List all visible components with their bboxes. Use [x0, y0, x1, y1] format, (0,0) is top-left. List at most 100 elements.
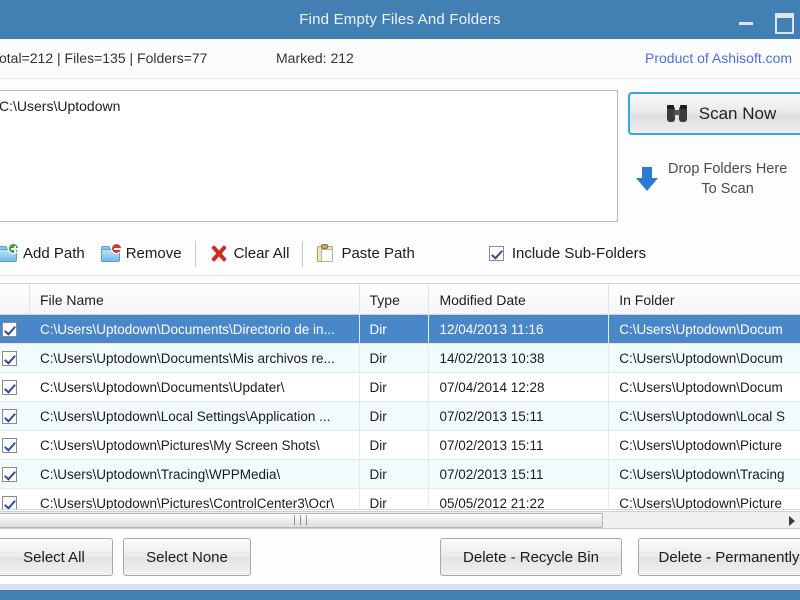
clear-all-label: Clear All: [234, 245, 290, 262]
row-checkbox[interactable]: [0, 344, 30, 372]
window-controls: [736, 0, 792, 39]
window-title: Find Empty Files And Folders: [299, 11, 501, 28]
scrollbar-thumb[interactable]: ∣∣∣: [0, 513, 603, 528]
checkbox-icon[interactable]: [2, 467, 17, 482]
path-value: C:\Users\Uptodown: [0, 91, 617, 121]
table-row[interactable]: C:\Users\Uptodown\Local Settings\Applica…: [0, 402, 800, 431]
row-checkbox[interactable]: [0, 489, 30, 510]
toolbar-separator: [195, 241, 196, 267]
cell-file-name: C:\Users\Uptodown\Documents\Mis archivos…: [30, 344, 360, 372]
bottom-accent-band: [0, 590, 800, 600]
select-all-button[interactable]: Select All: [0, 538, 113, 576]
remove-button[interactable]: Remove: [93, 232, 190, 276]
toolbar: Add Path Remove Clear All Paste Path Inc…: [0, 232, 800, 276]
cell-file-name: C:\Users\Uptodown\Pictures\ControlCenter…: [30, 489, 360, 510]
results-table: File Name Type Modified Date In Folder C…: [0, 283, 800, 510]
cell-modified-date: 05/05/2012 21:22: [429, 489, 609, 510]
cell-in-folder: C:\Users\Uptodown\Docum: [609, 373, 800, 401]
row-checkbox[interactable]: [0, 315, 30, 343]
checkbox-icon[interactable]: [2, 322, 17, 337]
maximize-icon[interactable]: [772, 10, 792, 30]
drop-folders-zone[interactable]: Drop Folders Here To Scan: [636, 160, 800, 199]
cell-file-name: C:\Users\Uptodown\Documents\Updater\: [30, 373, 360, 401]
drop-zone-line1: Drop Folders Here: [668, 161, 787, 177]
table-row[interactable]: C:\Users\Uptodown\Pictures\ControlCenter…: [0, 489, 800, 510]
table-row[interactable]: C:\Users\Uptodown\Documents\Updater\Dir0…: [0, 373, 800, 402]
x-mark-icon: [209, 245, 228, 262]
remove-label: Remove: [126, 245, 182, 262]
column-header-type[interactable]: Type: [360, 284, 430, 315]
add-path-button[interactable]: Add Path: [0, 232, 93, 276]
column-header-in-folder[interactable]: In Folder: [609, 284, 800, 315]
marked-label: Marked: 212: [276, 50, 354, 66]
cell-in-folder: C:\Users\Uptodown\Docum: [609, 315, 800, 343]
cell-modified-date: 07/04/2014 12:28: [429, 373, 609, 401]
column-header-check[interactable]: [0, 284, 30, 315]
cell-modified-date: 12/04/2013 11:16: [429, 315, 609, 343]
path-list-input[interactable]: C:\Users\Uptodown: [0, 90, 618, 222]
checkbox-icon[interactable]: [2, 380, 17, 395]
table-row[interactable]: C:\Users\Uptodown\Pictures\My Screen Sho…: [0, 431, 800, 460]
totals-label: Total=212 | Files=135 | Folders=77: [0, 50, 207, 66]
paste-path-label: Paste Path: [341, 245, 414, 262]
cell-type: Dir: [360, 489, 430, 510]
cell-type: Dir: [360, 402, 430, 430]
checkbox-icon[interactable]: [2, 351, 17, 366]
action-button-bar: Select All Select None Delete - Recycle …: [0, 538, 800, 584]
cell-modified-date: 07/02/2013 15:11: [429, 402, 609, 430]
scroll-right-icon[interactable]: [789, 516, 795, 526]
include-subfolders-label: Include Sub-Folders: [512, 245, 646, 262]
delete-recycle-bin-button[interactable]: Delete - Recycle Bin: [440, 538, 622, 576]
drop-zone-line2: To Scan: [668, 180, 787, 200]
select-none-button[interactable]: Select None: [123, 538, 251, 576]
column-header-modified-date[interactable]: Modified Date: [429, 284, 609, 315]
cell-in-folder: C:\Users\Uptodown\Tracing: [609, 460, 800, 488]
clipboard-icon: [316, 245, 335, 262]
table-row[interactable]: C:\Users\Uptodown\Tracing\WPPMedia\Dir07…: [0, 460, 800, 489]
folder-add-icon: [0, 245, 17, 262]
include-subfolders-checkbox[interactable]: Include Sub-Folders: [489, 245, 646, 262]
cell-file-name: C:\Users\Uptodown\Pictures\My Screen Sho…: [30, 431, 360, 459]
cell-type: Dir: [360, 431, 430, 459]
cell-file-name: C:\Users\Uptodown\Local Settings\Applica…: [30, 402, 360, 430]
row-checkbox[interactable]: [0, 402, 30, 430]
table-header-row: File Name Type Modified Date In Folder: [0, 284, 800, 315]
row-checkbox[interactable]: [0, 431, 30, 459]
add-path-label: Add Path: [23, 245, 85, 262]
cell-in-folder: C:\Users\Uptodown\Local S: [609, 402, 800, 430]
drop-zone-text: Drop Folders Here To Scan: [668, 160, 787, 199]
scan-now-label: Scan Now: [699, 104, 776, 124]
paste-path-button[interactable]: Paste Path: [308, 232, 422, 276]
cell-in-folder: C:\Users\Uptodown\Docum: [609, 344, 800, 372]
title-bar: Find Empty Files And Folders: [0, 0, 800, 39]
checkbox-icon[interactable]: [2, 409, 17, 424]
cell-modified-date: 07/02/2013 15:11: [429, 460, 609, 488]
table-row[interactable]: C:\Users\Uptodown\Documents\Directorio d…: [0, 315, 800, 344]
status-bar: Total=212 | Files=135 | Folders=77 Marke…: [0, 39, 800, 79]
cell-in-folder: C:\Users\Uptodown\Picture: [609, 431, 800, 459]
toolbar-separator: [302, 241, 303, 267]
cell-modified-date: 14/02/2013 10:38: [429, 344, 609, 372]
horizontal-scrollbar[interactable]: ∣∣∣: [0, 511, 800, 529]
binoculars-icon: [666, 105, 688, 122]
cell-modified-date: 07/02/2013 15:11: [429, 431, 609, 459]
scan-now-button[interactable]: Scan Now: [628, 92, 800, 135]
scrollbar-grip: ∣∣∣: [292, 515, 310, 526]
column-header-file-name[interactable]: File Name: [30, 284, 360, 315]
cell-type: Dir: [360, 373, 430, 401]
checkbox-icon[interactable]: [489, 246, 504, 261]
checkbox-icon[interactable]: [2, 438, 17, 453]
cell-type: Dir: [360, 460, 430, 488]
delete-permanently-button[interactable]: Delete - Permanently: [638, 538, 800, 576]
product-link[interactable]: Product of Ashisoft.com: [645, 50, 792, 66]
cell-type: Dir: [360, 315, 430, 343]
clear-all-button[interactable]: Clear All: [201, 232, 298, 276]
minimize-icon[interactable]: [736, 10, 756, 30]
folder-remove-icon: [101, 245, 120, 262]
table-row[interactable]: C:\Users\Uptodown\Documents\Mis archivos…: [0, 344, 800, 373]
cell-type: Dir: [360, 344, 430, 372]
cell-file-name: C:\Users\Uptodown\Documents\Directorio d…: [30, 315, 360, 343]
checkbox-icon[interactable]: [2, 496, 17, 511]
row-checkbox[interactable]: [0, 373, 30, 401]
row-checkbox[interactable]: [0, 460, 30, 488]
